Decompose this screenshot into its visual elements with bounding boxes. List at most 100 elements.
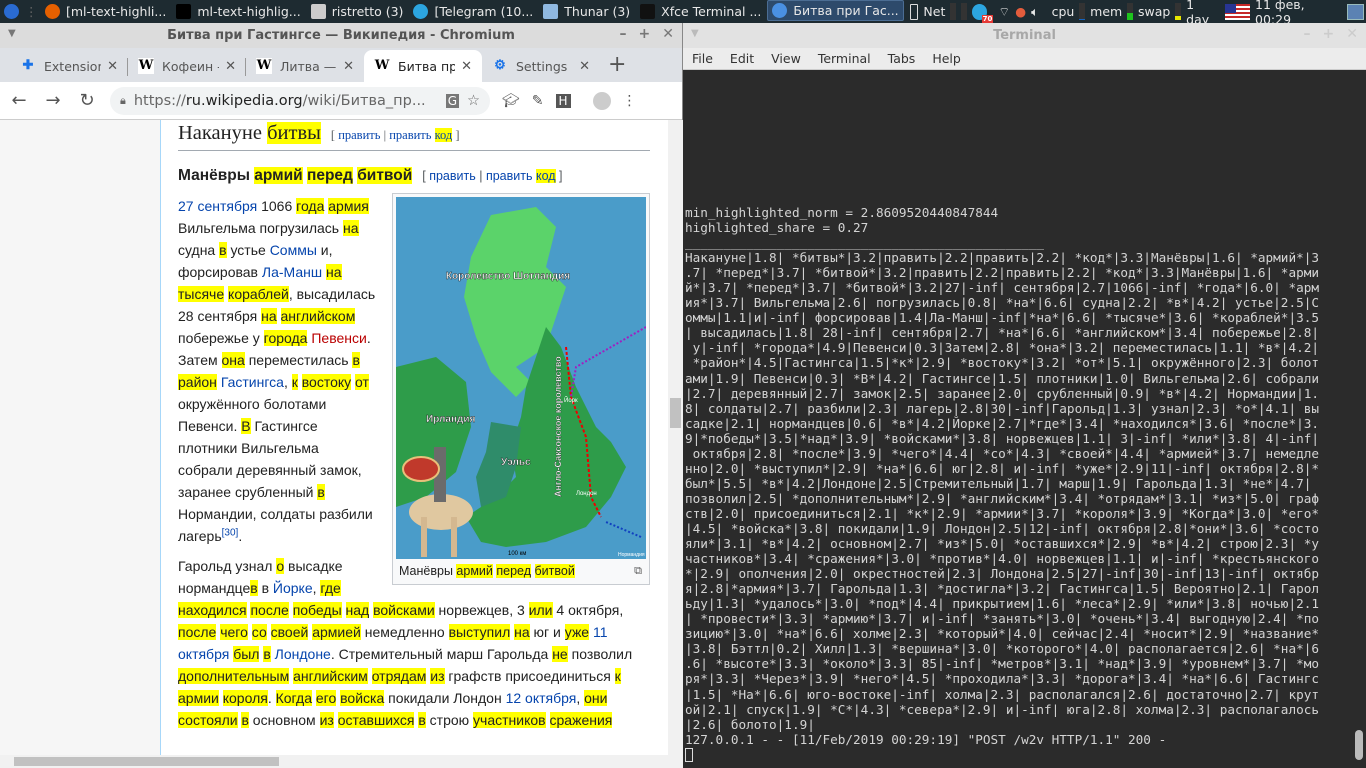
enlarge-icon[interactable]: ⧉	[634, 562, 642, 580]
highlighter-icon[interactable]: ✎	[532, 93, 544, 109]
taskbar-item[interactable]: ml-text-highlig...	[172, 0, 304, 23]
wiki-link[interactable]: Ла-Манш	[262, 264, 322, 280]
menu-kebab-icon[interactable]: ⋮	[623, 93, 637, 109]
edit-link[interactable]: править	[338, 128, 380, 142]
tab-close-icon[interactable]: ✕	[343, 59, 354, 74]
balloon-icon[interactable]: ●	[1015, 4, 1026, 19]
close-button[interactable]: ✕	[662, 26, 674, 42]
close-button[interactable]: ✕	[1346, 26, 1358, 42]
map-label-york: Йорк	[564, 396, 578, 404]
terminal-line: садке|2.1| нормандцев|0.6| *в*|4.2|Йорке…	[685, 415, 1319, 431]
reload-icon[interactable]: ↻	[76, 90, 98, 111]
browser-titlebar[interactable]: ▼ Битва при Гастингсе — Википедия - Chro…	[0, 23, 682, 48]
wiki-link[interactable]: 27 сентября	[178, 198, 257, 214]
edit-link[interactable]: править	[389, 128, 431, 142]
back-icon[interactable]: ←	[8, 90, 30, 111]
tab-close-icon[interactable]: ✕	[461, 59, 472, 74]
menu-file[interactable]: File	[692, 51, 713, 66]
window-menu-icon[interactable]: ▼	[8, 28, 16, 39]
map-label-ireland: Ирландия	[426, 414, 475, 425]
menu-tabs[interactable]: Tabs	[888, 51, 916, 66]
tab-close-icon[interactable]: ✕	[107, 59, 118, 74]
graduation-cap-icon[interactable]: 🎓︎	[502, 93, 520, 109]
highlighted-word: к	[291, 374, 298, 390]
window-menu-icon[interactable]: ▼	[691, 28, 699, 39]
terminal-cursor[interactable]	[685, 748, 693, 763]
red-link[interactable]: Певенси	[311, 330, 366, 346]
address-bar[interactable]: 🔒︎ https://ru.wikipedia.org/wiki/Битва_п…	[110, 86, 490, 115]
terminal-line: |3.8| Бэттл|0.2| Хилл|1.3| *вершина*|3.0…	[685, 641, 1319, 657]
battery-icon[interactable]	[909, 3, 919, 20]
terminal-output[interactable]: min_highlighted_norm = 2.860952044084784…	[685, 205, 1353, 763]
new-tab-button[interactable]: +	[608, 50, 626, 82]
terminal-line: й*|3.7| *перед*|3.7| *битвой*|3.2|27|-in…	[685, 280, 1319, 296]
translate-icon[interactable]: G	[445, 93, 459, 108]
terminal-line: ами|1.9| Певенси|0.3| *В*|4.2| Гастингсе…	[685, 370, 1319, 386]
wiki-link[interactable]: Гастингса	[221, 374, 284, 390]
taskbar-item[interactable]: ristretto (3)	[307, 0, 408, 23]
edit-link[interactable]: править	[486, 169, 533, 183]
footnote-ref[interactable]: [30]	[222, 527, 239, 538]
h-extension-button[interactable]: H	[555, 93, 571, 108]
battle-map-image[interactable]: Королевство Шотландия Ирландия Уэльс Анг…	[396, 197, 646, 559]
taskbar-item[interactable]: [Telegram (10...	[409, 0, 537, 23]
minimize-button[interactable]: –	[620, 26, 627, 42]
show-desktop-icon[interactable]	[1346, 3, 1364, 20]
menu-edit[interactable]: Edit	[730, 51, 754, 66]
wifi-icon[interactable]: ⌔	[998, 4, 1010, 20]
edit-separator: ]	[452, 128, 460, 142]
tab-close-icon[interactable]: ✕	[579, 59, 590, 74]
terminal-titlebar[interactable]: ▼ Terminal – + ✕	[683, 23, 1366, 48]
terminal-line: яли*|3.1| *в*|4.2| основном|2.7| *из*|5.…	[685, 536, 1319, 552]
highlighted-word: на	[343, 220, 359, 236]
horizontal-scrollbar[interactable]	[0, 755, 683, 768]
edit-source-link[interactable]: код	[535, 169, 556, 183]
taskbar-item[interactable]: Битва при Гас...	[767, 0, 904, 21]
map-scale: 100 км	[508, 551, 526, 557]
wiki-link[interactable]: 12 октября	[506, 690, 577, 706]
highlighted-word: в	[263, 646, 271, 662]
wiki-link[interactable]: Йорке	[273, 580, 313, 596]
image-viewer-icon	[310, 4, 326, 19]
bookmark-star-icon[interactable]: ☆	[467, 93, 480, 109]
highlighted-word: в	[317, 484, 325, 500]
taskbar-item[interactable]: Xfce Terminal ...	[636, 0, 765, 23]
profile-avatar-icon[interactable]	[592, 91, 611, 110]
taskbar-item[interactable]: [ml-text-highli...	[41, 0, 170, 23]
tab-3[interactable]: W Битва при Гастингсе ✕	[364, 50, 482, 82]
forward-icon[interactable]: →	[42, 90, 64, 111]
tab-2[interactable]: W Литва — Википедия ✕	[246, 50, 364, 82]
highlighted-word: Когда	[275, 690, 312, 706]
menu-terminal[interactable]: Terminal	[818, 51, 871, 66]
telegram-tray-icon[interactable]: 70	[971, 3, 994, 23]
net-graph-2	[961, 3, 967, 20]
taskbar-item[interactable]: Thunar (3)	[539, 0, 634, 23]
net-label[interactable]: Net	[923, 4, 945, 19]
edit-source-link[interactable]: код	[434, 128, 453, 142]
volume-icon[interactable]: 🔈︎	[1031, 4, 1039, 20]
app-menu-button[interactable]: ⋮	[0, 0, 41, 23]
highlighted-word: перед	[306, 167, 353, 184]
terminal-scrollbar[interactable]	[1352, 70, 1366, 768]
tab-1[interactable]: W Кофеин - Википедия ✕	[128, 50, 246, 82]
tab-4[interactable]: ⚙ Settings ✕	[482, 50, 600, 82]
edit-link[interactable]: править	[429, 169, 476, 183]
tab-close-icon[interactable]: ✕	[225, 59, 236, 74]
taskbar-item-label: Thunar (3)	[564, 4, 631, 19]
cpu-label: cpu	[1051, 4, 1075, 19]
highlighted-word: битвой	[534, 564, 575, 578]
us-flag-icon[interactable]	[1224, 3, 1250, 20]
menu-help[interactable]: Help	[932, 51, 961, 66]
highlighted-word: из	[319, 712, 334, 728]
highlighted-word: в	[352, 352, 360, 368]
tab-0[interactable]: ✚ Extensions ✕	[10, 50, 128, 82]
maximize-button[interactable]: +	[1323, 26, 1335, 42]
wiki-link[interactable]: Соммы	[270, 242, 317, 258]
menu-view[interactable]: View	[771, 51, 801, 66]
vertical-scrollbar[interactable]	[668, 120, 683, 755]
map-thumbnail[interactable]: Королевство Шотландия Ирландия Уэльс Анг…	[392, 193, 650, 585]
wiki-link[interactable]: Лондоне	[275, 646, 331, 662]
maximize-button[interactable]: +	[639, 26, 651, 42]
wikipedia-icon: W	[256, 58, 272, 74]
minimize-button[interactable]: –	[1304, 26, 1311, 42]
